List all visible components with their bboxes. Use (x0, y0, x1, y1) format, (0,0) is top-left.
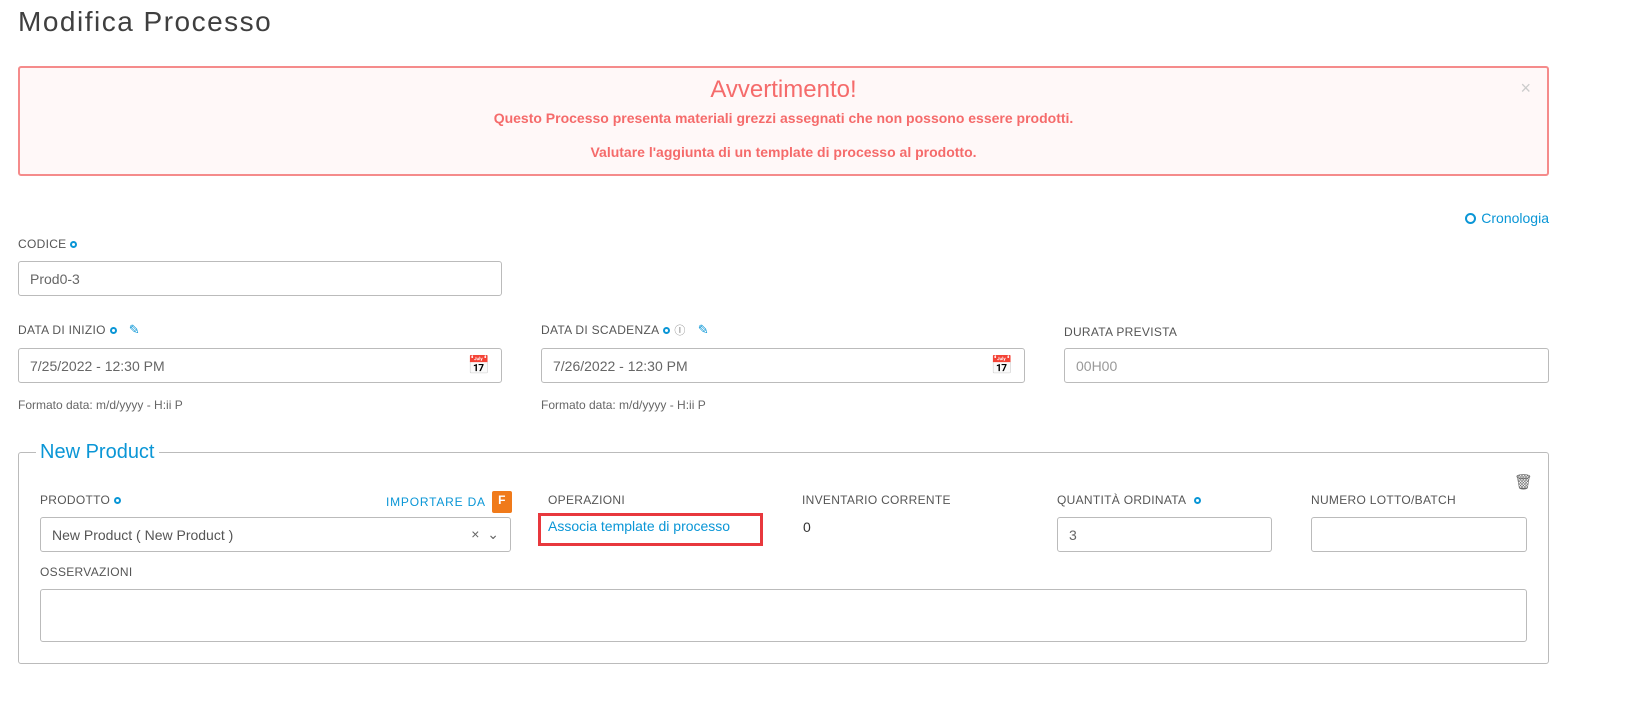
magic-wand-icon[interactable]: ✎ (129, 322, 140, 338)
quantity-label: QUANTITÀ ORDINATA (1057, 493, 1202, 507)
code-input[interactable]: Prod0-3 (18, 261, 502, 296)
close-icon[interactable]: × (1520, 78, 1531, 99)
alert-title: Avvertimento! (710, 76, 857, 103)
required-icon (70, 240, 78, 248)
inventory-label: INVENTARIO CORRENTE (802, 493, 951, 507)
clear-icon[interactable]: × (471, 526, 479, 542)
due-date-label: DATA DI SCADENZA ⓘ ✎ (541, 322, 709, 338)
history-label: Cronologia (1481, 210, 1549, 226)
duration-input[interactable]: 00H00 (1064, 348, 1549, 383)
associate-template-link[interactable]: Associa template di processo (548, 518, 730, 534)
product-legend: New Product (36, 441, 159, 464)
clock-icon (1465, 212, 1477, 224)
help-icon[interactable]: ⓘ (674, 322, 685, 338)
fusion-icon: F (491, 491, 512, 513)
required-icon (1194, 496, 1202, 504)
history-link[interactable]: Cronologia (1465, 210, 1549, 226)
code-label: CODICE (18, 237, 78, 251)
calendar-icon[interactable]: 📅 (468, 355, 490, 376)
import-from-button[interactable]: IMPORTARE DA F (386, 491, 512, 513)
due-date-input[interactable]: 7/26/2022 - 12:30 PM 📅 (541, 348, 1025, 383)
product-label: PRODOTTO (40, 493, 122, 507)
trash-icon[interactable]: 🗑 (1514, 473, 1533, 491)
start-date-help: Formato data: m/d/yyyy - H:ii P (18, 398, 183, 412)
page-title: Modifica Processo (18, 6, 273, 37)
product-select[interactable]: New Product ( New Product ) × ⌄ (40, 517, 511, 552)
notes-textarea[interactable] (40, 589, 1527, 642)
duration-label: DURATA PREVISTA (1064, 325, 1178, 339)
warning-alert: Avvertimento! Questo Processo presenta m… (18, 66, 1549, 176)
lot-input[interactable] (1311, 517, 1527, 552)
due-date-help: Formato data: m/d/yyyy - H:ii P (541, 398, 706, 412)
alert-suggestion: Valutare l'aggiunta di un template di pr… (590, 144, 977, 160)
notes-label: OSSERVAZIONI (40, 565, 133, 579)
quantity-input[interactable]: 3 (1057, 517, 1272, 552)
alert-message: Questo Processo presenta materiali grezz… (493, 110, 1074, 126)
required-icon (109, 326, 117, 334)
magic-wand-icon[interactable]: ✎ (698, 322, 709, 338)
start-date-label: DATA DI INIZIO ✎ (18, 322, 140, 338)
start-date-input[interactable]: 7/25/2022 - 12:30 PM 📅 (18, 348, 502, 383)
chevron-down-icon[interactable]: ⌄ (487, 526, 499, 542)
inventory-value: 0 (803, 519, 811, 535)
required-icon (114, 496, 122, 504)
calendar-icon[interactable]: 📅 (991, 355, 1013, 376)
lot-label: NUMERO LOTTO/BATCH (1311, 493, 1456, 507)
operations-label: OPERAZIONI (548, 493, 626, 507)
required-icon (663, 326, 671, 334)
import-label: IMPORTARE DA (386, 495, 486, 509)
